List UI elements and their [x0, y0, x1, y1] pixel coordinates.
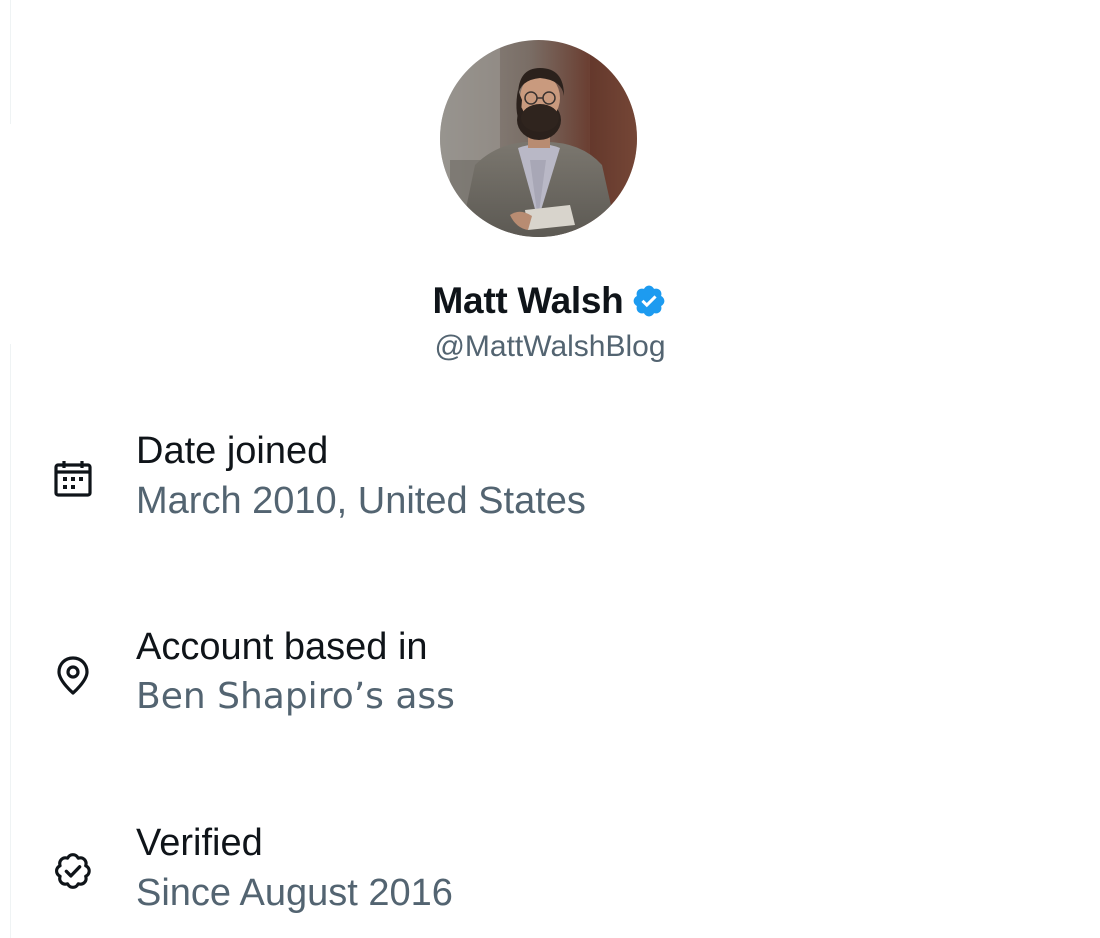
profile-name-row: Matt Walsh [0, 276, 1100, 326]
verified-badge-icon[interactable] [631, 283, 667, 319]
about-item-verified: Verified Since August 2016 [0, 818, 1100, 928]
calendar-icon [52, 458, 94, 500]
about-item-value: Since August 2016 [136, 872, 453, 914]
about-item-value: Ben Shapiro’s ass [136, 676, 455, 717]
about-item-value: March 2010, United States [136, 480, 586, 522]
about-item-account-based-in: Account based in Ben Shapiro’s ass [0, 622, 1100, 732]
about-item-label: Account based in [136, 626, 428, 668]
avatar-photo [440, 40, 637, 237]
profile-about-page: Matt Walsh @MattWalshBlog Date joined Ma… [0, 0, 1100, 938]
user-handle: @MattWalshBlog [434, 330, 666, 363]
display-name: Matt Walsh [432, 280, 624, 321]
verified-seal-icon [52, 850, 94, 892]
avatar[interactable] [440, 40, 637, 237]
about-item-label: Verified [136, 822, 263, 864]
column-divider [10, 0, 11, 124]
about-item-label: Date joined [136, 430, 329, 472]
about-item-date-joined: Date joined March 2010, United States [0, 426, 1100, 536]
location-pin-icon [52, 654, 94, 696]
